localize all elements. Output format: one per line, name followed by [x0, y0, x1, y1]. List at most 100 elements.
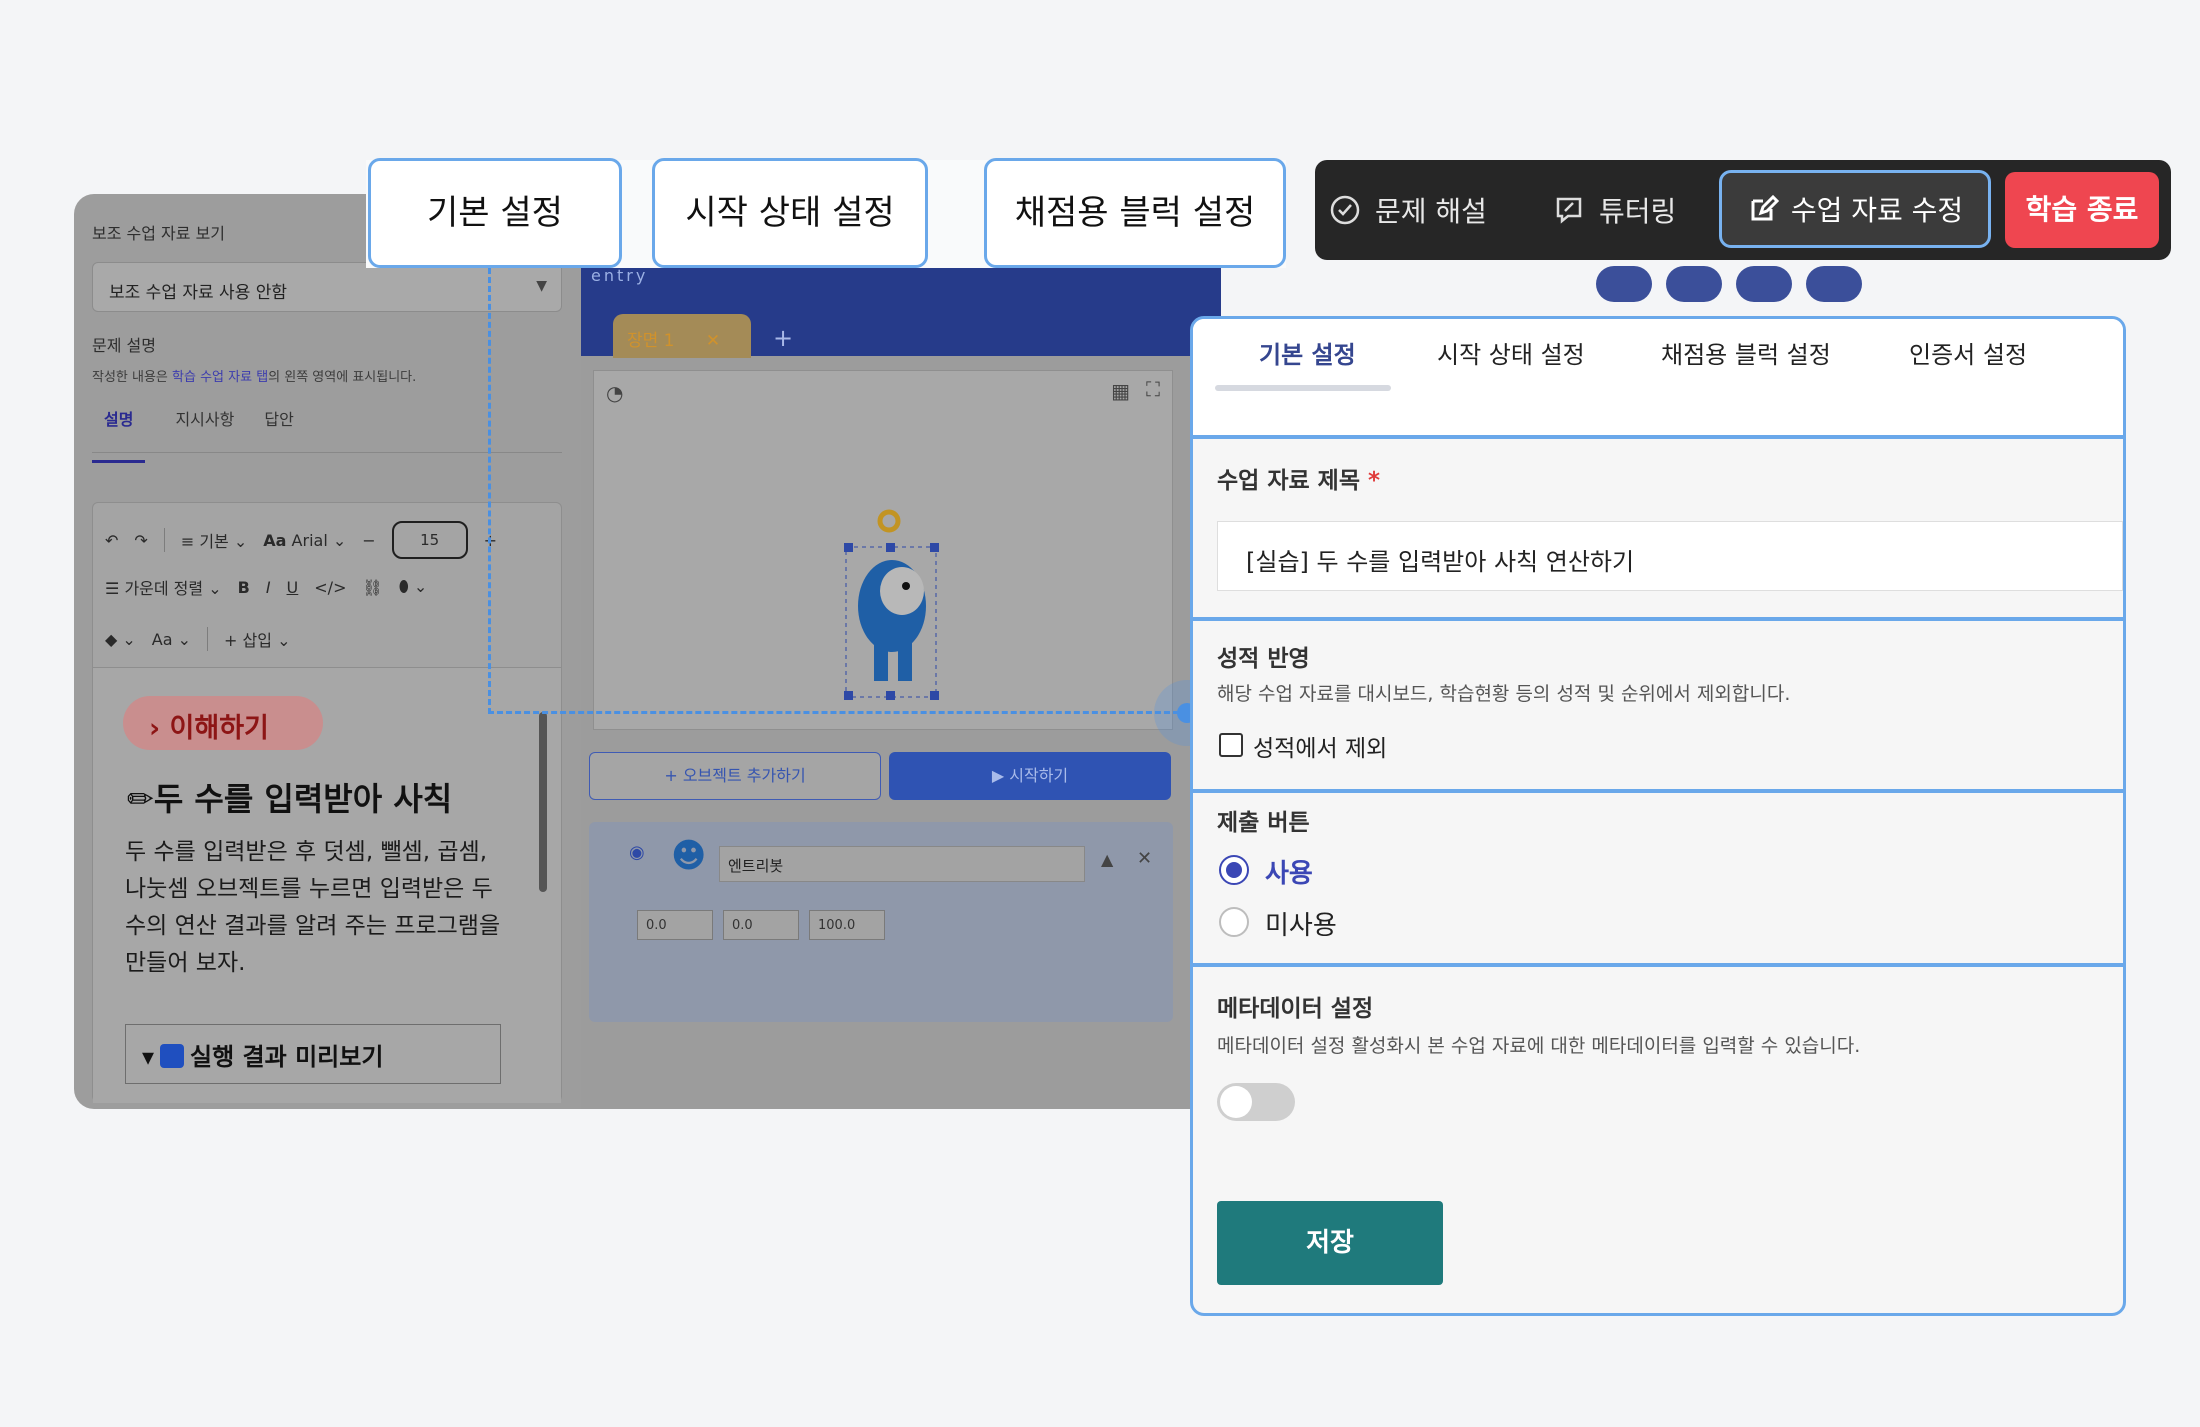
workspace-toolbar	[1596, 266, 1862, 302]
content-heading: ✏두 수를 입력받아 사칙	[127, 780, 453, 818]
file-menu-icon[interactable]	[1666, 266, 1722, 302]
solution-label: 문제 해설	[1375, 195, 1487, 228]
problem-tabs: 설명 지시사항 답안	[92, 406, 294, 463]
grade-label: 성적 반영	[1217, 646, 1310, 672]
tab-instructions[interactable]: 지시사항	[175, 406, 234, 463]
block-menu-icon[interactable]	[1596, 266, 1652, 302]
tab-certificate-settings[interactable]: 인증서 설정	[1909, 335, 2027, 370]
font-style-value: Aa	[151, 629, 173, 649]
scene-tab[interactable]: 장면 1 ✕	[613, 314, 751, 358]
color-drop-icon[interactable]: ⬮ ⌄	[399, 577, 428, 597]
auxiliary-panel: 보조 수업 자료 보기 보조 수업 자료 사용 안함 ▼ 문제 설명 작성한 내…	[74, 194, 584, 1109]
problem-desc-link[interactable]: 학습 수업 자료 탭	[172, 370, 268, 385]
speed-icon[interactable]: ◔	[606, 381, 623, 405]
material-title-input[interactable]: [실습] 두 수를 입력받아 사칙 연산하기	[1217, 521, 2123, 591]
metadata-section: 메타데이터 설정 메타데이터 설정 활성화시 본 수업 자료에 대한 메타데이터…	[1193, 963, 2123, 1313]
stage[interactable]: ◔ ▦ ⛶	[593, 370, 1173, 730]
aux-select-value: 보조 수업 자료 사용 안함	[109, 283, 288, 303]
submit-use-radio[interactable]	[1219, 855, 1249, 885]
font-size-input[interactable]: 15	[391, 521, 468, 559]
editor-toolbar-row-3: ◆ ⌄ Aa ⌄ + 삽입 ⌄	[105, 627, 291, 651]
understand-chip: › 이해하기	[123, 696, 323, 750]
size-field[interactable]: 100.0	[809, 910, 885, 940]
editor-toolbar-row-2: ☰ 가운데 정렬 ⌄ B I U </> ⛓ ⬮ ⌄	[105, 575, 427, 599]
editor-content[interactable]: › 이해하기 ✏두 수를 입력받아 사칙 두 수를 입력받은 후 덧셈, 뺄셈,…	[93, 667, 561, 1103]
edit-material-label: 수업 자료 수정	[1790, 194, 1964, 227]
result-preview-toggle[interactable]: ▾ 실행 결과 미리보기	[125, 1024, 501, 1084]
tab-description[interactable]: 설명	[92, 406, 146, 463]
grade-desc: 해당 수업 자료를 대시보드, 학습현황 등의 성적 및 순위에서 제외합니다.	[1217, 683, 1791, 705]
align-select[interactable]: ☰ 가운데 정렬 ⌄	[105, 575, 222, 599]
preview-label: 실행 결과 미리보기	[190, 1043, 384, 1071]
title-label: 수업 자료 제목 *	[1217, 461, 1380, 495]
entrybot-sprite[interactable]	[844, 491, 944, 721]
bold-button[interactable]: B	[238, 578, 250, 597]
underline-button[interactable]: U	[287, 578, 299, 597]
add-scene-icon[interactable]: +	[773, 324, 793, 352]
solution-button[interactable]: 문제 해설	[1329, 160, 1487, 260]
font-size-decrease-icon[interactable]: −	[362, 531, 375, 550]
start-button[interactable]: ▶ 시작하기	[889, 752, 1171, 800]
add-object-button[interactable]: + 오브젝트 추가하기	[589, 752, 881, 800]
metadata-desc: 메타데이터 설정 활성화시 본 수업 자료에 대한 메타데이터를 입력할 수 있…	[1217, 1035, 1861, 1057]
redo-icon[interactable]: ↷	[134, 531, 147, 550]
fullscreen-icon[interactable]: ⛶	[1146, 377, 1160, 401]
submit-use-label[interactable]: 사용	[1265, 853, 1313, 890]
connector-line	[488, 711, 1188, 714]
tab-basic-settings[interactable]: 기본 설정	[1259, 335, 1356, 370]
link-icon[interactable]: ⛓	[362, 578, 382, 597]
callout-basic-settings: 기본 설정	[368, 158, 622, 268]
insert-menu[interactable]: + 삽입 ⌄	[224, 627, 290, 651]
paragraph-style-select[interactable]: ≡ 기본 ⌄	[181, 528, 247, 552]
paragraph-style-value: 기본	[199, 532, 229, 551]
object-thumbnail: ☻	[671, 836, 707, 876]
highlight-icon[interactable]: ◆ ⌄	[105, 630, 136, 649]
submit-unused-radio[interactable]	[1219, 907, 1249, 937]
problem-desc-suffix: 의 왼쪽 영역에 표시됩니다.	[268, 370, 417, 385]
save-menu-icon[interactable]	[1736, 266, 1792, 302]
object-name-input[interactable]: 엔트리봇	[719, 846, 1085, 882]
code-button[interactable]: </>	[314, 578, 346, 597]
object-fields: 0.0 0.0 100.0	[637, 910, 885, 940]
callout-start-state: 시작 상태 설정	[652, 158, 928, 268]
connector-line	[488, 268, 491, 714]
title-section: 수업 자료 제목 * [실습] 두 수를 입력받아 사칙 연산하기	[1193, 435, 2123, 617]
aux-material-select[interactable]: 보조 수업 자료 사용 안함 ▼	[92, 262, 562, 312]
divider	[163, 528, 165, 552]
tab-start-state-settings[interactable]: 시작 상태 설정	[1437, 335, 1585, 370]
font-family-select[interactable]: Aa Arial ⌄	[263, 531, 346, 550]
visibility-icon[interactable]: ◉	[629, 842, 645, 863]
scrollbar[interactable]	[539, 712, 547, 892]
close-icon[interactable]: ✕	[1137, 848, 1152, 869]
exclude-grade-label[interactable]: 성적에서 제외	[1253, 729, 1387, 763]
entry-workspace: entry 장면 1 ✕ + ◔ ▦ ⛶ + 오브젝트 추가하기 ▶ 시작하기 …	[581, 254, 1221, 1109]
tab-answer[interactable]: 답안	[264, 406, 293, 463]
edit-icon	[1747, 193, 1779, 225]
edit-material-button[interactable]: 수업 자료 수정	[1719, 170, 1991, 248]
rich-text-editor: ↶ ↷ ≡ 기본 ⌄ Aa Arial ⌄ − 15 + ☰ 가운데 정렬 ⌄ …	[92, 502, 562, 1103]
tutoring-button[interactable]: 튜터링	[1553, 160, 1676, 260]
italic-button[interactable]: I	[266, 578, 271, 597]
content-heading-text: 두 수를 입력받아 사칙	[153, 780, 453, 818]
tab-grading-block-settings[interactable]: 채점용 블럭 설정	[1661, 335, 1831, 370]
save-button[interactable]: 저장	[1217, 1201, 1443, 1285]
grid-icon[interactable]: ▦	[1111, 379, 1130, 403]
end-learning-button[interactable]: 학습 종료	[2005, 172, 2159, 248]
submit-unused-label[interactable]: 미사용	[1265, 905, 1337, 942]
submit-label: 제출 버튼	[1217, 810, 1310, 836]
collapse-icon[interactable]: ▲	[1101, 850, 1113, 869]
content-paragraph: 두 수를 입력받은 후 덧셈, 뺄셈, 곱셈, 나눗셈 오브젝트를 누르면 입력…	[125, 839, 501, 976]
y-field[interactable]: 0.0	[723, 910, 799, 940]
font-style-select[interactable]: Aa ⌄	[152, 630, 191, 649]
submit-section: 제출 버튼 사용 미사용	[1193, 789, 2123, 963]
exclude-grade-checkbox[interactable]	[1219, 733, 1243, 757]
help-menu-icon[interactable]	[1806, 266, 1862, 302]
metadata-toggle[interactable]	[1217, 1083, 1295, 1121]
screenshot-canvas: 보조 수업 자료 보기 보조 수업 자료 사용 안함 ▼ 문제 설명 작성한 내…	[0, 0, 2200, 1427]
editor-toolbar-row-1: ↶ ↷ ≡ 기본 ⌄ Aa Arial ⌄ − 15 +	[105, 521, 497, 559]
understand-chip-label: 이해하기	[169, 713, 269, 744]
close-icon[interactable]: ✕	[706, 331, 720, 351]
x-field[interactable]: 0.0	[637, 910, 713, 940]
undo-icon[interactable]: ↶	[105, 531, 118, 550]
tutoring-label: 튜터링	[1599, 195, 1677, 228]
